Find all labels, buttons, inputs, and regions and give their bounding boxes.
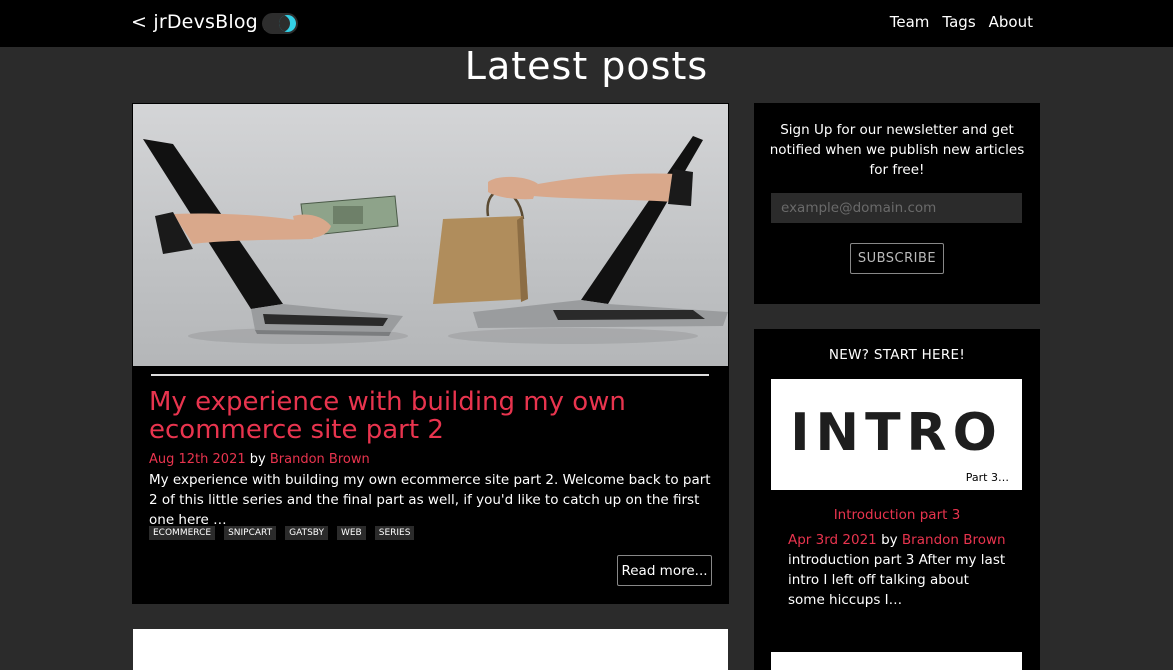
start-post-by: by (881, 532, 898, 548)
moon-icon (279, 15, 296, 32)
newsletter-panel: Sign Up for our newsletter and get notif… (754, 103, 1040, 304)
post-meta: Aug 12th 2021 by Brandon Brown (149, 452, 370, 467)
post-tags: ECOMMERCE SNIPCART GATSBY WEB SERIES (149, 526, 415, 540)
nav-link-team[interactable]: Team (890, 13, 930, 31)
start-post-excerpt: introduction part 3 After my last intro … (788, 552, 1006, 608)
email-field[interactable] (771, 193, 1022, 223)
newsletter-text: Sign Up for our newsletter and get notif… (769, 122, 1025, 178)
post-card: My experience with building my own ecomm… (132, 103, 729, 604)
tag-ecommerce[interactable]: ECOMMERCE (149, 526, 216, 540)
read-more-button[interactable]: Read more... (617, 555, 712, 586)
post-cover-image[interactable] (133, 104, 728, 366)
laptops-illustration (143, 136, 728, 344)
start-here-heading: NEW? START HERE! (828, 347, 966, 363)
tag-web[interactable]: WEB (336, 526, 366, 540)
next-post-card[interactable] (133, 629, 728, 670)
intro-thumbnail[interactable]: INTRO Part 3… (771, 379, 1022, 490)
theme-toggle[interactable] (262, 13, 298, 34)
navbar: < jrDevsBlog /> Team Tags About (0, 0, 1173, 47)
start-post-title-link[interactable]: Introduction part 3 (754, 507, 1040, 523)
start-here-panel: NEW? START HERE! INTRO Part 3… Introduct… (754, 329, 1040, 670)
tag-series[interactable]: SERIES (374, 526, 415, 540)
post-excerpt: My experience with building my own ecomm… (149, 472, 711, 528)
start-post-author-link[interactable]: Brandon Brown (902, 532, 1006, 548)
start-post-date: Apr 3rd 2021 (788, 532, 877, 548)
post-title-link[interactable]: My experience with building my own ecomm… (149, 388, 709, 444)
post-by: by (249, 452, 266, 467)
start-post-meta: Apr 3rd 2021 by Brandon Brown introducti… (788, 530, 1008, 610)
subscribe-button[interactable]: SUBSCRIBE (850, 243, 944, 274)
post-divider (151, 374, 709, 376)
post-author-link[interactable]: Brandon Brown (270, 452, 370, 467)
intro-thumbnail-caption: Part 3… (965, 471, 1009, 484)
main-nav: Team Tags About (890, 13, 1033, 31)
post-date: Aug 12th 2021 (149, 452, 246, 467)
tag-gatsby[interactable]: GATSBY (285, 526, 328, 540)
tag-snipcart[interactable]: SNIPCART (224, 526, 277, 540)
nav-link-about[interactable]: About (989, 13, 1033, 31)
intro-thumbnail-title: INTRO (790, 403, 1003, 463)
next-start-thumbnail[interactable] (771, 652, 1022, 670)
nav-link-tags[interactable]: Tags (942, 13, 975, 31)
page-title: Latest posts (464, 44, 709, 88)
